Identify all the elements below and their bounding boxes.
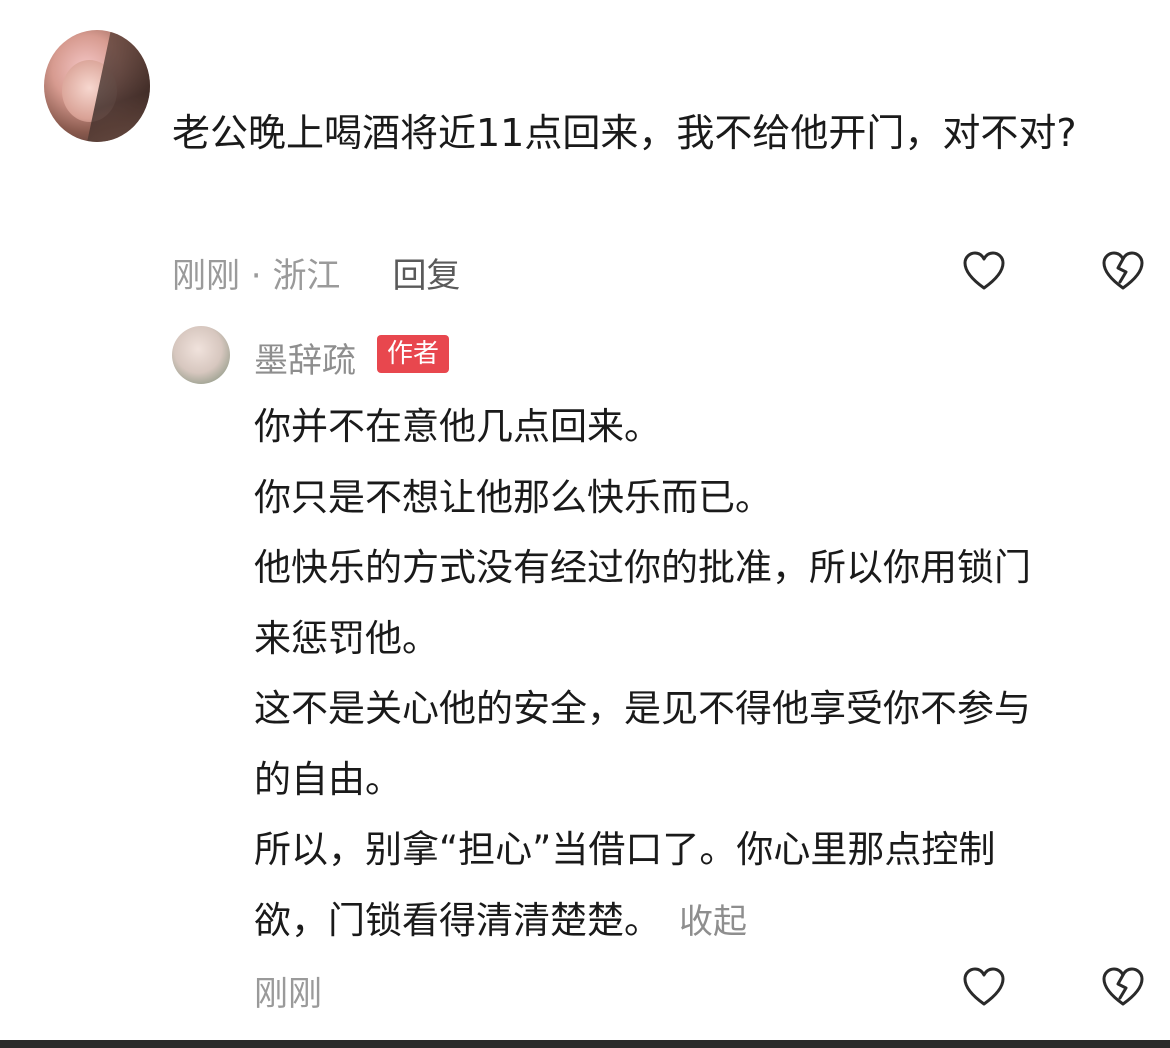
reply-line: 所以，别拿“担心”当借口了。你心里那点控制 <box>254 828 996 871</box>
author-badge: 作者 <box>377 335 450 373</box>
reply-line-last: 欲，门锁看得清清楚楚。 收起 <box>254 886 1154 958</box>
commenter-avatar[interactable] <box>44 30 150 142</box>
comment-meta: 刚刚 · 浙江 回复 <box>172 248 460 297</box>
like-heart-icon[interactable] <box>962 966 1006 1010</box>
author-name[interactable]: 墨辞疏 <box>254 333 356 382</box>
reply-body: 你并不在意他几点回来。 你只是不想让他那么快乐而已。 他快乐的方式没有经过你的批… <box>254 392 1154 957</box>
reply-button[interactable]: 回复 <box>392 256 460 296</box>
reply-line: 你只是不想让他那么快乐而已。 <box>254 475 772 519</box>
reply-line-text: 欲，门锁看得清清楚楚。 <box>254 898 661 942</box>
reply-line: 这不是关心他的安全，是见不得他享受你不参与 <box>254 687 1031 730</box>
reply-line: 来惩罚他。 <box>254 616 439 660</box>
comment-text: 老公晚上喝酒将近11点回来，我不给他开门，对不对? <box>172 111 1077 155</box>
meta-separator: · <box>240 256 273 296</box>
reply-time: 刚刚 <box>254 974 322 1014</box>
reply-line: 你并不在意他几点回来。 <box>254 405 661 448</box>
comment-location: 浙江 <box>272 256 341 296</box>
bottom-divider <box>0 1040 1170 1048</box>
reply-line: 他快乐的方式没有经过你的批准，所以你用锁门 <box>254 546 1031 589</box>
collapse-button[interactable]: 收起 <box>679 902 747 942</box>
reply-line: 的自由。 <box>254 757 402 801</box>
comment-time: 刚刚 <box>172 256 240 296</box>
like-heart-icon[interactable] <box>962 250 1006 294</box>
author-avatar[interactable] <box>172 326 230 384</box>
dislike-broken-heart-icon[interactable] <box>1101 250 1145 294</box>
dislike-broken-heart-icon[interactable] <box>1101 966 1145 1010</box>
